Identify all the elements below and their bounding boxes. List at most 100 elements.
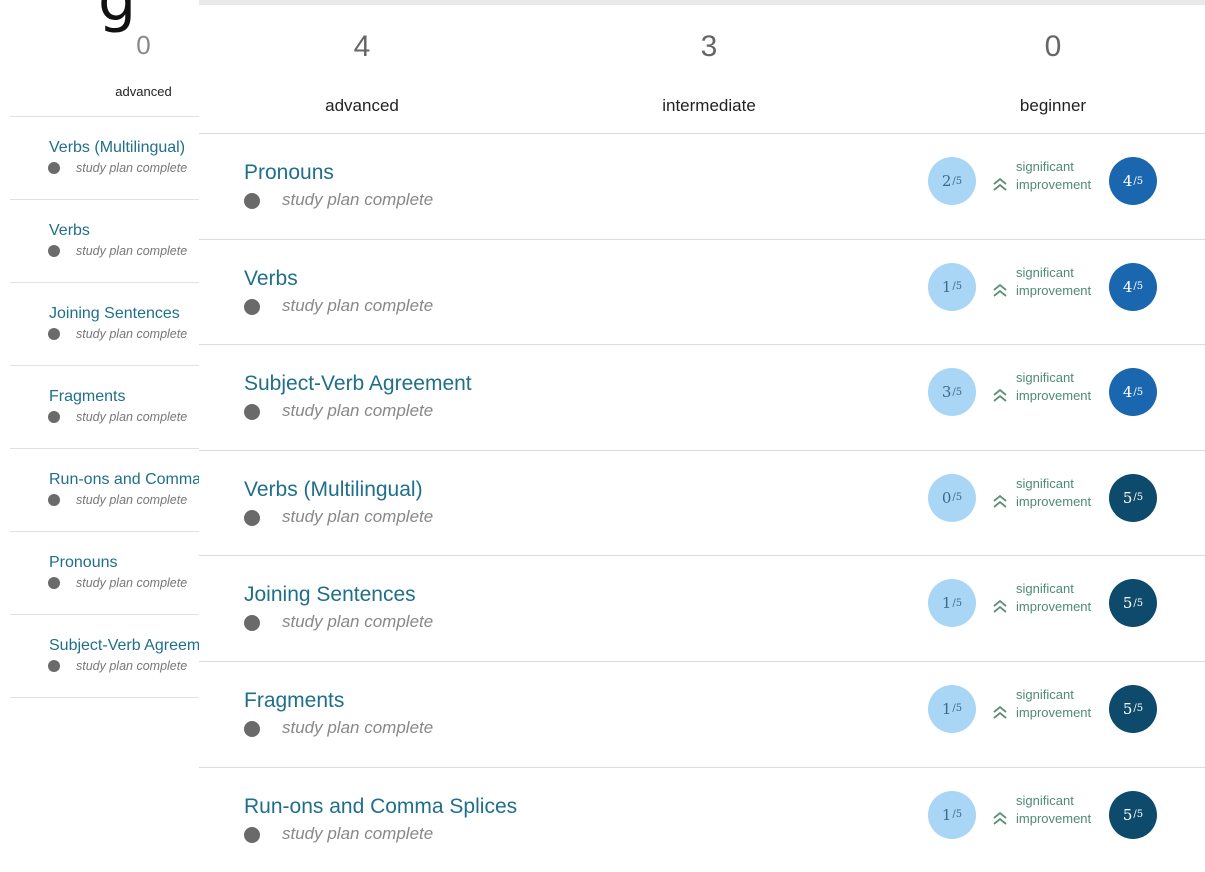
topic-row[interactable]: Fragments study plan complete 1/5 signif… <box>199 660 1205 767</box>
topic-title-link[interactable]: Subject-Verb Agreement <box>244 372 472 396</box>
status-dot-icon <box>48 162 60 174</box>
pre-test-score-badge: 3/5 <box>928 368 976 417</box>
status-dot-icon <box>244 193 260 209</box>
topic-title-link[interactable]: Fragments <box>244 689 344 713</box>
left-list-item[interactable]: Verbs study plan complete <box>10 199 200 282</box>
improvement-label: significant improvement <box>1016 264 1092 298</box>
left-topic-link[interactable]: Fragments <box>49 388 125 406</box>
status-dot-icon <box>244 615 260 632</box>
topic-title-link[interactable]: Pronouns <box>244 161 334 185</box>
post-test-score: 4 <box>1122 172 1133 190</box>
left-list-item[interactable]: Run-ons and Comma Splices study plan com… <box>10 448 200 531</box>
left-list-item[interactable]: Fragments study plan complete <box>10 365 200 448</box>
pre-test-score-max: /5 <box>952 703 963 715</box>
pre-test-score-badge: 1/5 <box>928 684 976 733</box>
left-topic-link[interactable]: Run-ons and Comma Splices <box>49 471 200 489</box>
left-topic-link[interactable]: Subject-Verb Agreement <box>49 637 200 655</box>
topic-title-link[interactable]: Verbs (Multilingual) <box>244 478 423 502</box>
improvement-label: significant improvement <box>1016 581 1092 615</box>
left-topic-status: study plan complete <box>48 493 187 507</box>
double-chevron-up-icon <box>993 494 1007 508</box>
post-test-score-badge: 4/5 <box>1109 368 1157 417</box>
cropped-heading-glyph: g <box>98 0 137 35</box>
left-topic-link[interactable]: Pronouns <box>49 554 118 572</box>
double-chevron-up-icon <box>993 705 1007 719</box>
topic-row[interactable]: Verbs study plan complete 1/5 significan… <box>199 238 1205 345</box>
post-test-score-max: /5 <box>1133 492 1144 504</box>
topic-row[interactable]: Joining Sentences study plan complete 1/… <box>199 555 1205 661</box>
improvement-label: significant improvement <box>1016 370 1092 404</box>
beginner-label: beginner <box>1019 96 1087 115</box>
status-dot-icon <box>48 411 60 423</box>
status-dot-icon <box>48 494 60 506</box>
topic-results-list: Pronouns study plan complete 2/5 signifi… <box>199 133 1205 872</box>
topic-title-link[interactable]: Verbs <box>244 267 298 291</box>
pre-test-score-max: /5 <box>952 492 963 504</box>
double-chevron-up-icon <box>993 600 1007 614</box>
pre-test-score: 3 <box>941 383 952 402</box>
post-test-score-max: /5 <box>1133 281 1144 293</box>
left-topic-status: study plan complete <box>48 576 187 590</box>
post-test-score-max: /5 <box>1133 703 1144 715</box>
post-test-score-badge: 5/5 <box>1109 473 1157 522</box>
left-topic-status: study plan complete <box>48 659 187 673</box>
post-test-score-max: /5 <box>1133 386 1144 398</box>
topic-status: study plan complete <box>244 612 433 632</box>
status-dot-icon <box>48 660 60 672</box>
status-dot-icon <box>244 298 260 315</box>
pre-test-score-badge: 2/5 <box>928 157 976 205</box>
status-dot-icon <box>48 245 60 257</box>
left-list-item[interactable]: Joining Sentences study plan complete <box>10 282 200 365</box>
improvement-label: significant improvement <box>1016 475 1092 509</box>
topic-title-link[interactable]: Run-ons and Comma Splices <box>244 795 517 819</box>
topic-status-text: study plan complete <box>282 823 434 843</box>
pre-test-score-badge: 0/5 <box>928 473 976 522</box>
double-chevron-up-icon <box>993 177 1007 191</box>
pre-test-score: 1 <box>941 699 952 718</box>
pre-test-score-max: /5 <box>952 386 963 398</box>
pre-test-score-max: /5 <box>952 809 963 821</box>
left-list-item[interactable]: Verbs (Multilingual) study plan complete <box>10 116 200 199</box>
post-test-score: 4 <box>1122 277 1133 296</box>
pre-test-score: 1 <box>941 594 952 613</box>
left-topic-status: study plan complete <box>48 161 187 175</box>
status-dot-icon <box>244 509 260 526</box>
pre-test-score-max: /5 <box>952 281 963 293</box>
topic-title-link[interactable]: Joining Sentences <box>244 583 416 607</box>
topic-status-text: study plan complete <box>282 190 434 209</box>
topic-status: study plan complete <box>244 718 433 738</box>
post-test-score: 5 <box>1122 594 1133 613</box>
left-topic-link[interactable]: Verbs (Multilingual) <box>49 139 185 157</box>
background-results-panel: g 0 advanced Verbs (Multilingual) study … <box>0 0 200 868</box>
left-topic-link[interactable]: Joining Sentences <box>49 305 180 323</box>
topic-row[interactable]: Subject-Verb Agreement study plan comple… <box>199 344 1205 450</box>
post-test-score: 4 <box>1122 383 1133 402</box>
status-dot-icon <box>48 577 60 589</box>
improvement-label: significant improvement <box>1016 686 1092 720</box>
left-list-item[interactable]: Pronouns study plan complete <box>10 531 200 614</box>
post-test-score: 5 <box>1122 488 1133 507</box>
topic-row[interactable]: Pronouns study plan complete 2/5 signifi… <box>199 133 1205 239</box>
post-test-score: 5 <box>1122 805 1133 824</box>
topic-status-text: study plan complete <box>282 506 434 526</box>
post-test-score-badge: 4/5 <box>1109 262 1157 311</box>
pre-test-score-max: /5 <box>952 597 963 609</box>
improvement-label: significant improvement <box>1016 159 1092 192</box>
topic-status: study plan complete <box>244 824 433 844</box>
post-test-score-max: /5 <box>1133 809 1144 821</box>
post-test-score-badge: 5/5 <box>1109 790 1157 839</box>
left-topic-status: study plan complete <box>48 410 187 424</box>
improvement-label: significant improvement <box>1016 792 1092 826</box>
intermediate-count: 3 <box>700 30 718 63</box>
intermediate-label: intermediate <box>662 96 756 115</box>
left-topic-link[interactable]: Verbs <box>49 222 90 240</box>
topic-status: study plan complete <box>244 190 433 210</box>
pre-test-score-max: /5 <box>952 175 963 187</box>
beginner-count: 0 <box>1044 30 1062 63</box>
topic-row[interactable]: Run-ons and Comma Splices study plan com… <box>199 766 1205 872</box>
topic-status-text: study plan complete <box>282 612 434 632</box>
topic-row[interactable]: Verbs (Multilingual) study plan complete… <box>199 449 1205 556</box>
left-list-item[interactable]: Subject-Verb Agreement study plan comple… <box>10 614 200 698</box>
double-chevron-up-icon <box>993 811 1007 825</box>
left-status-text: study plan complete <box>76 576 188 590</box>
